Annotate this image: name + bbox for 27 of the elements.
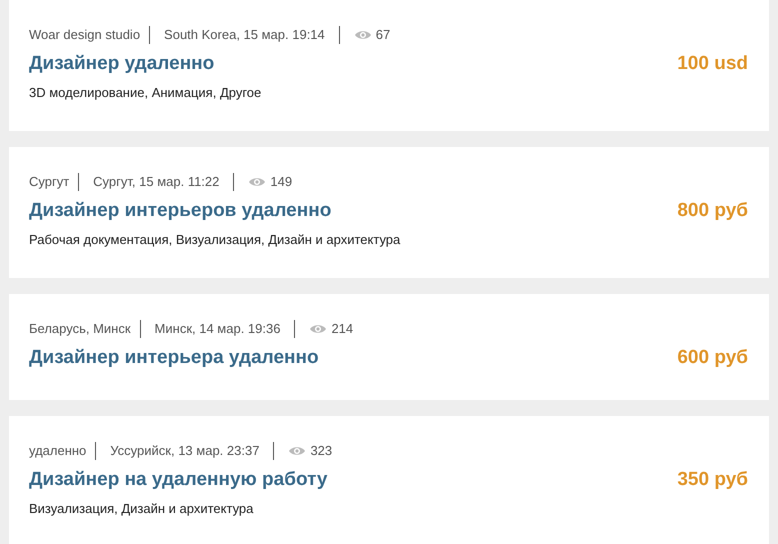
view-count: 323	[310, 442, 332, 460]
listing-title[interactable]: Дизайнер на удаленную работу	[29, 468, 328, 492]
view-count: 67	[376, 26, 390, 44]
listing-title[interactable]: Дизайнер интерьера удаленно	[29, 346, 319, 370]
view-count: 149	[270, 173, 292, 191]
eye-icon	[354, 29, 372, 41]
listing-title[interactable]: Дизайнер интерьеров удаленно	[29, 199, 332, 223]
category-tags: 3D моделирование, Анимация, Другое	[29, 84, 262, 102]
client-name: удаленно	[29, 442, 96, 460]
location-date: Сургут, 15 мар. 11:22	[79, 173, 234, 191]
view-count: 214	[331, 320, 354, 338]
client-name: Сургут	[29, 173, 80, 191]
location-date: South Korea, 15 мар. 19:14	[150, 26, 340, 44]
eye-icon	[248, 176, 266, 188]
price: 350 руб	[677, 468, 748, 492]
price: 800 руб	[677, 199, 748, 223]
location-date: Минск, 14 мар. 19:36	[140, 320, 296, 338]
listing-title[interactable]: Дизайнер удаленно	[29, 52, 214, 76]
client-name: Беларусь, Минск	[29, 320, 141, 338]
eye-icon	[309, 323, 328, 335]
location-date: Уссурийск, 13 мар. 23:37	[96, 442, 274, 460]
price: 100 usd	[677, 52, 748, 76]
eye-icon	[288, 445, 306, 457]
category-tags: Рабочая документация, Визуализация, Дизайн и архитектура	[29, 231, 400, 249]
category-tags: Визуализация, Дизайн и архитектура	[29, 500, 254, 518]
client-name: Woar design studio	[29, 26, 150, 44]
price: 600 руб	[677, 346, 748, 370]
